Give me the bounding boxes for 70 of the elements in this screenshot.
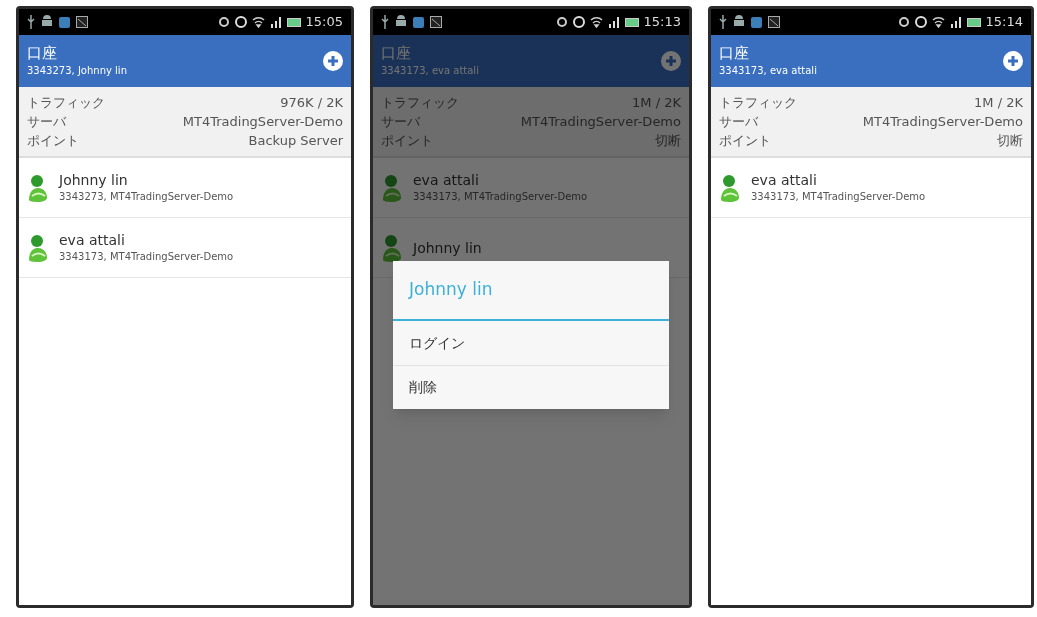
account-name: Johnny lin — [59, 171, 129, 189]
sync-icon — [217, 16, 230, 28]
status-time: 15:13 — [643, 13, 681, 32]
app-title: 口座 — [381, 44, 412, 63]
wifi-icon — [589, 16, 603, 28]
dialog-title: Johnny lin — [393, 261, 669, 321]
image-icon — [76, 16, 88, 28]
usb-icon — [381, 15, 389, 29]
account-name: eva attali — [413, 171, 480, 189]
battery-icon — [966, 17, 981, 27]
notification-icon — [751, 16, 762, 28]
app-subtitle: 3343173, eva attali — [719, 63, 817, 78]
signal-icon — [269, 16, 282, 28]
info-label: トラフィック — [27, 94, 105, 112]
info-label: ポイント — [719, 132, 771, 150]
info-label: ポイント — [27, 132, 79, 150]
wifi-icon — [931, 16, 945, 28]
battery-icon — [286, 17, 301, 27]
info-label: ポイント — [381, 132, 433, 150]
info-value: 切断 — [655, 132, 681, 150]
signal-icon — [949, 16, 962, 28]
status-time: 15:14 — [985, 13, 1023, 32]
info-value: 976K / 2K — [280, 94, 343, 112]
wifi-icon — [251, 16, 265, 28]
add-icon[interactable] — [661, 51, 681, 71]
info-label: サーバ — [719, 113, 758, 131]
image-icon — [430, 16, 442, 28]
user-icon — [381, 233, 403, 262]
user-icon — [719, 173, 741, 202]
usb-icon — [27, 15, 35, 29]
user-icon — [27, 173, 49, 202]
add-icon[interactable] — [1003, 51, 1023, 71]
notification-icon — [413, 16, 424, 28]
info-value: MT4TradingServer-Demo — [182, 113, 343, 131]
account-detail: 3343173, MT4TradingServer-Demo — [59, 250, 234, 264]
account-name: Johnny lin — [413, 238, 482, 257]
info-value: 切断 — [997, 132, 1023, 150]
alarm-icon — [914, 16, 927, 28]
dialog-option[interactable]: 削除 — [393, 365, 669, 409]
info-value: 1M / 2K — [974, 94, 1023, 112]
account-name: eva attali — [751, 171, 818, 189]
status-time: 15:05 — [305, 13, 343, 32]
alarm-icon — [234, 16, 247, 28]
app-subtitle: 3343273, Johnny lin — [27, 63, 127, 78]
notification-icon — [59, 16, 70, 28]
info-label: トラフィック — [381, 94, 459, 112]
battery-icon — [624, 17, 639, 27]
info-label: サーバ — [27, 113, 66, 131]
image-icon — [768, 16, 780, 28]
info-value: Backup Server — [248, 132, 343, 150]
account-name: eva attali — [59, 231, 126, 249]
app-title: 口座 — [27, 44, 58, 63]
account-detail: 3343273, MT4TradingServer-Demo — [59, 190, 234, 204]
info-value: 1M / 2K — [632, 94, 681, 112]
app-subtitle: 3343173, eva attali — [381, 63, 479, 78]
info-value: MT4TradingServer-Demo — [520, 113, 681, 131]
sync-icon — [555, 16, 568, 28]
usb-icon — [719, 15, 727, 29]
alarm-icon — [572, 16, 585, 28]
user-icon — [27, 233, 49, 262]
account-detail: 3343173, MT4TradingServer-Demo — [413, 190, 588, 204]
dialog-option[interactable]: ログイン — [393, 321, 669, 365]
info-label: トラフィック — [719, 94, 797, 112]
info-value: MT4TradingServer-Demo — [862, 113, 1023, 131]
app-title: 口座 — [719, 44, 750, 63]
add-icon[interactable] — [323, 51, 343, 71]
sync-icon — [897, 16, 910, 28]
signal-icon — [607, 16, 620, 28]
account-detail: 3343173, MT4TradingServer-Demo — [751, 190, 926, 204]
user-icon — [381, 173, 403, 202]
